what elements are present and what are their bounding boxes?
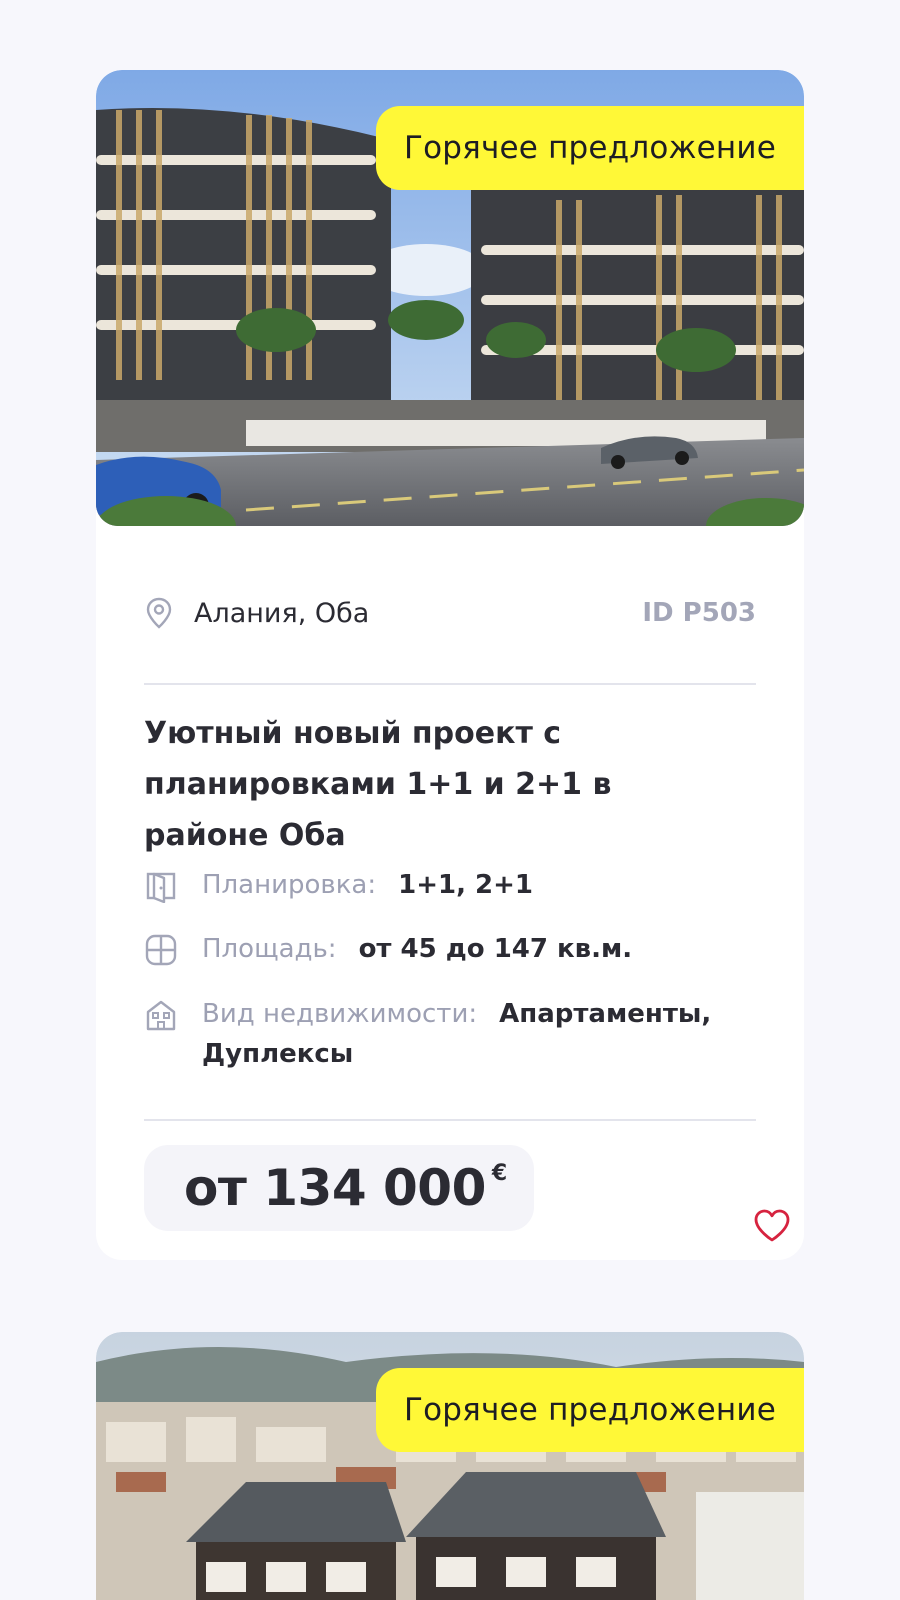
spec-property-type: Вид недвижимости: Апартаменты, Дуплексы (144, 994, 764, 1074)
spec-value: от 45 до 147 кв.м. (358, 934, 633, 964)
spec-label: Планировка: (202, 870, 377, 900)
heart-icon[interactable] (752, 1206, 792, 1246)
spec-value: 1+1, 2+1 (398, 870, 534, 900)
location: Алания, Оба (144, 597, 369, 629)
area-grid-icon (145, 934, 177, 966)
listing-title[interactable]: Уютный новый проект с планировками 1+1 и… (144, 708, 744, 861)
listing-id: ID P503 (642, 598, 756, 628)
spec-layout: Планировка: 1+1, 2+1 (144, 865, 764, 905)
divider (144, 683, 756, 685)
price: от 134 000 (184, 1159, 486, 1217)
location-text: Алания, Оба (194, 597, 370, 629)
listing-meta: Алания, Оба ID P503 (144, 590, 756, 636)
hot-offer-badge: Горячее предложение (375, 106, 804, 190)
listing-photo[interactable]: Горячее предложение (96, 1332, 804, 1600)
spec-label: Вид недвижимости: (202, 999, 478, 1029)
door-icon (146, 872, 176, 903)
currency: € (491, 1161, 508, 1186)
listing-card[interactable]: Горячее предложение (96, 1332, 804, 1600)
listing-card[interactable]: Горячее предложение Алания, Оба ID P503 … (96, 70, 804, 1260)
spec-area: Площадь: от 45 до 147 кв.м. (144, 929, 764, 969)
listing-photo[interactable]: Горячее предложение (96, 70, 804, 526)
divider (144, 1119, 756, 1121)
building-icon (146, 1000, 176, 1031)
price-box: от 134 000 € (144, 1145, 534, 1231)
map-pin-icon (146, 597, 172, 629)
spec-label: Площадь: (202, 934, 337, 964)
hot-offer-badge: Горячее предложение (375, 1368, 804, 1452)
